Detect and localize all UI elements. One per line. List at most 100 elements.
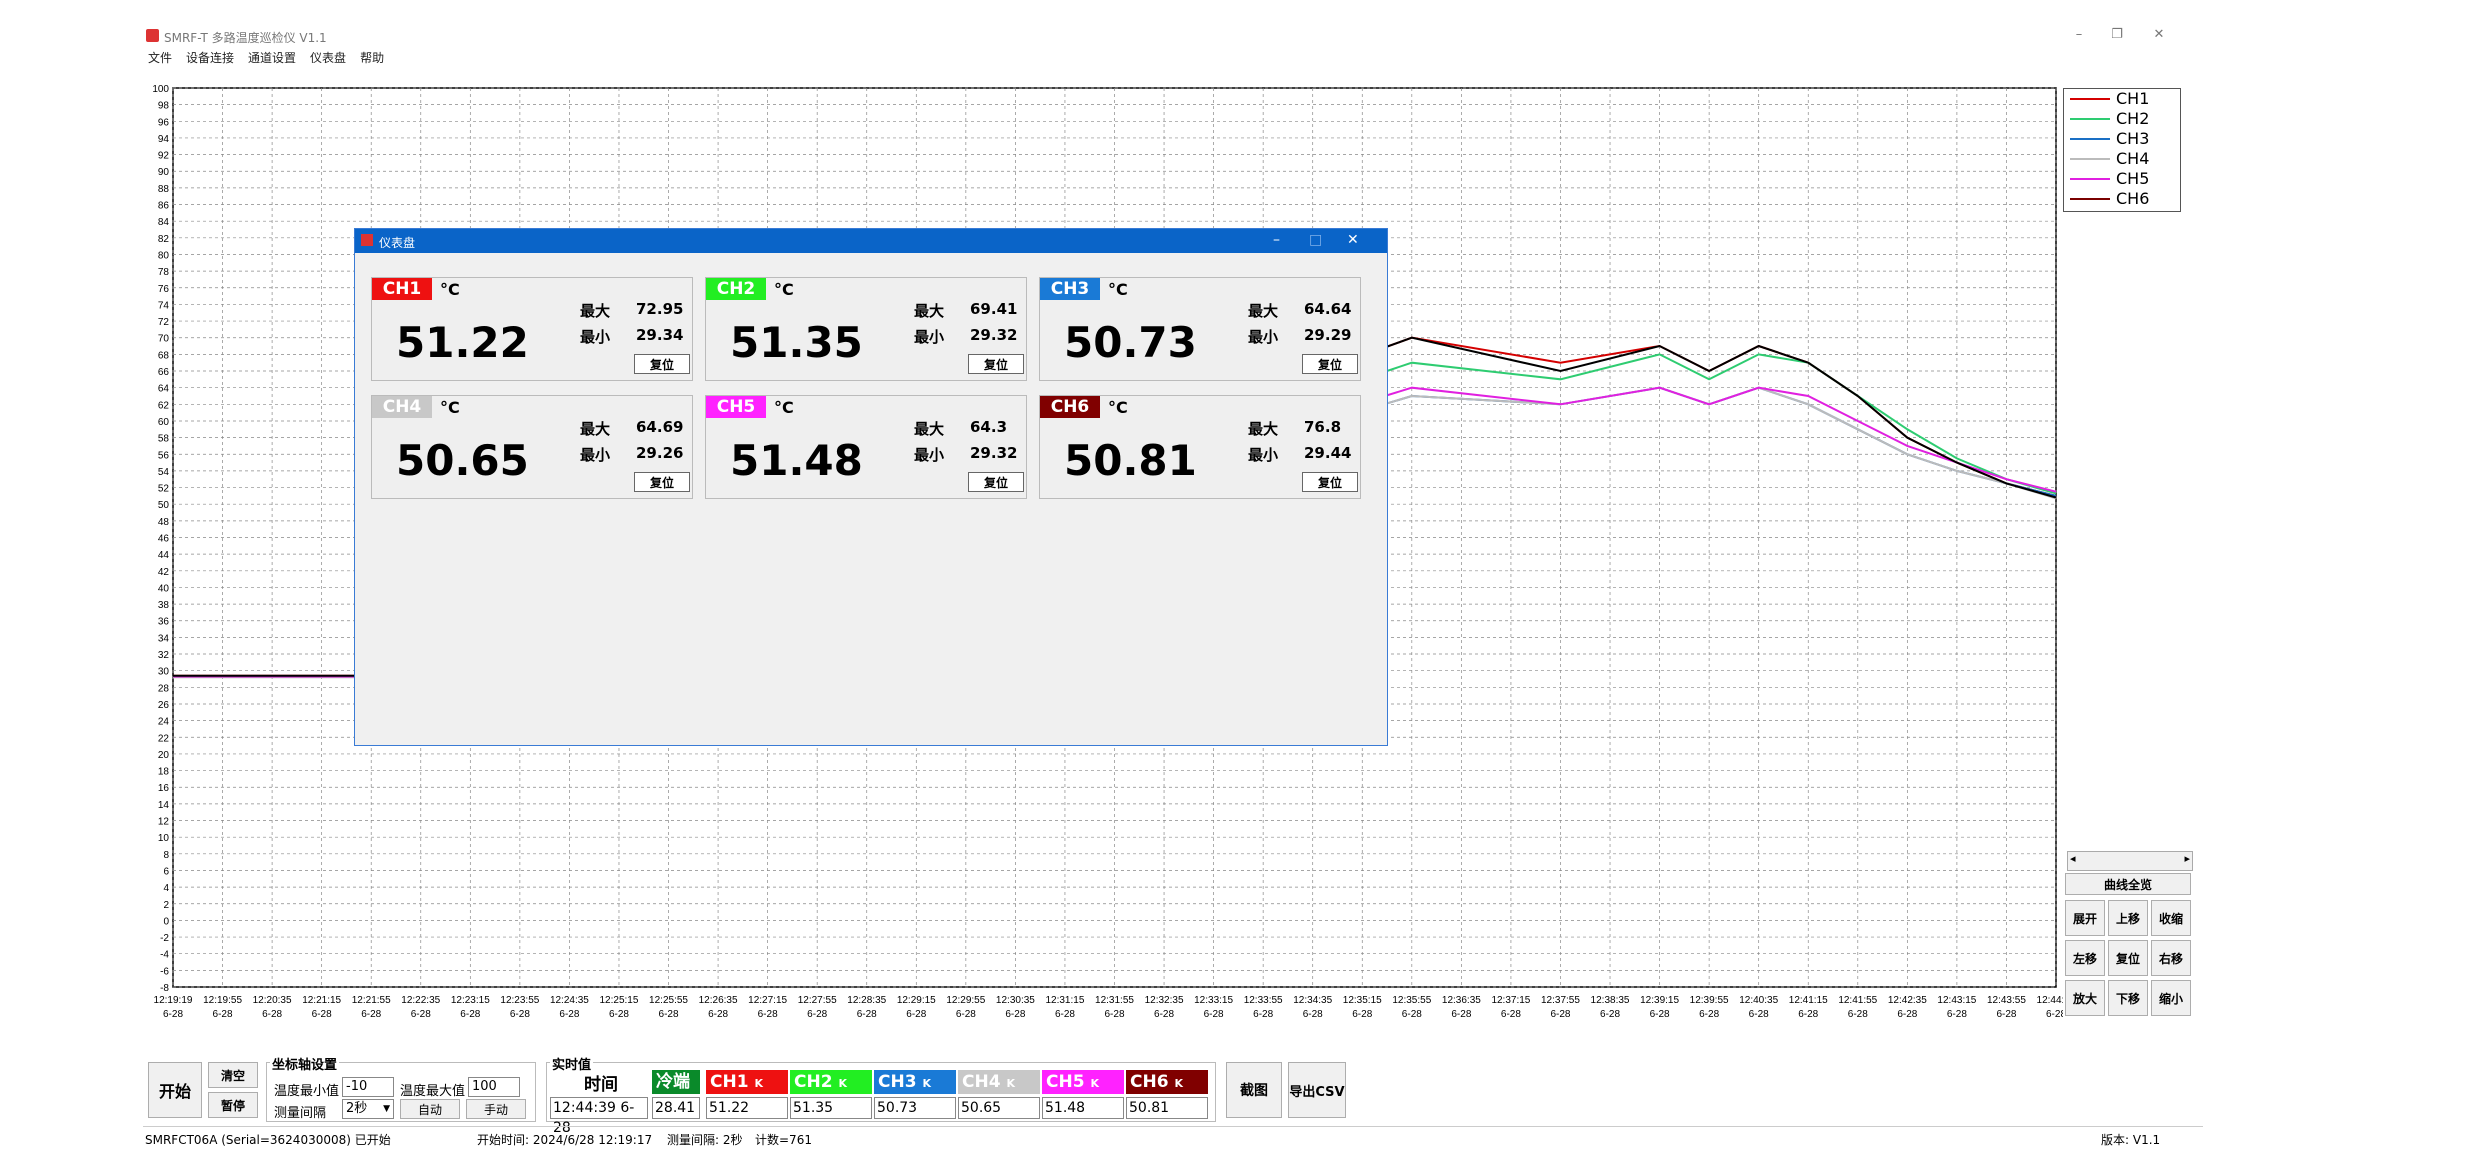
realtime-channel-label: CH2 [794, 1072, 833, 1092]
x-tick-date: 6-28 [312, 1009, 332, 1020]
x-tick-label: 12:44:35 [2037, 995, 2063, 1006]
legend-item: CH4 [2070, 149, 2180, 169]
meter-reset-button[interactable]: 复位 [968, 354, 1024, 374]
expand-button[interactable]: 展开 [2065, 900, 2105, 936]
move-down-button[interactable]: 下移 [2108, 980, 2148, 1016]
temp-max-input[interactable]: 100 [468, 1077, 520, 1097]
meter-reset-button[interactable]: 复位 [1302, 472, 1358, 492]
start-time-status: 开始时间: 2024/6/28 12:19:17 [477, 1133, 653, 1147]
realtime-channel-header: CH4 K [958, 1070, 1040, 1094]
realtime-channel-type: K [1174, 1077, 1184, 1090]
move-left-button[interactable]: 左移 [2065, 940, 2105, 976]
reset-view-button[interactable]: 复位 [2108, 940, 2148, 976]
y-tick-label: 72 [158, 317, 170, 328]
y-tick-label: 56 [158, 450, 170, 461]
version-status: 版本: V1.1 [2101, 1133, 2161, 1147]
meter-value: 51.35 [730, 318, 863, 367]
x-tick-label: 12:26:35 [699, 995, 738, 1006]
x-tick-date: 6-28 [1154, 1009, 1174, 1020]
meter-unit: °C [1108, 280, 1128, 299]
x-tick-label: 12:29:55 [946, 995, 985, 1006]
meter-reset-button[interactable]: 复位 [968, 472, 1024, 492]
menu-bar: 文件 设备连接 通道设置 仪表盘 帮助 [148, 49, 384, 67]
x-tick-label: 12:35:15 [1343, 995, 1382, 1006]
x-tick-date: 6-28 [2046, 1009, 2063, 1020]
maximize-button[interactable]: ❐ [2102, 24, 2132, 46]
menu-channel-settings[interactable]: 通道设置 [248, 49, 296, 67]
meter-reset-button[interactable]: 复位 [634, 354, 690, 374]
realtime-channel-label: CH3 [878, 1072, 917, 1092]
dialog-minimize-button[interactable]: – [1273, 232, 1280, 248]
interval-select[interactable]: 2秒 ▼ [342, 1099, 394, 1119]
menu-file[interactable]: 文件 [148, 49, 172, 67]
meter-max-value: 69.41 [970, 300, 1018, 318]
x-tick-date: 6-28 [1104, 1009, 1124, 1020]
x-tick-label: 12:25:55 [649, 995, 688, 1006]
screenshot-button[interactable]: 截图 [1226, 1062, 1282, 1118]
meter-max-label: 最大 [914, 420, 945, 438]
meter-reset-button[interactable]: 复位 [634, 472, 690, 492]
pause-button[interactable]: 暂停 [208, 1092, 258, 1118]
manual-button[interactable]: 手动 [466, 1099, 526, 1119]
meter-max-value: 64.69 [636, 418, 684, 436]
y-tick-label: 4 [163, 883, 169, 894]
y-tick-label: 14 [158, 800, 170, 811]
dashboard-dialog[interactable]: 仪表盘 – □ ✕ CH1 °C 51.22 最大 72.95 最小 29.34 复位 CH2 °… [354, 228, 1388, 746]
meter-max-value: 64.3 [970, 418, 1008, 436]
realtime-channel-label: CH5 [1046, 1072, 1085, 1092]
meter-max-value: 64.64 [1304, 300, 1352, 318]
meter-max-value: 72.95 [636, 300, 684, 318]
meter-max-label: 最大 [580, 420, 611, 438]
menu-help[interactable]: 帮助 [360, 49, 384, 67]
meter-reset-button[interactable]: 复位 [1302, 354, 1358, 374]
x-tick-date: 6-28 [1897, 1009, 1917, 1020]
temp-max-label: 温度最大值 [400, 1084, 466, 1099]
y-tick-label: 84 [158, 217, 170, 228]
x-tick-label: 12:39:55 [1690, 995, 1729, 1006]
x-tick-label: 12:34:35 [1293, 995, 1332, 1006]
move-up-button[interactable]: 上移 [2108, 900, 2148, 936]
meter-channel-tag: CH6 [1040, 396, 1100, 418]
zoom-in-button[interactable]: 放大 [2065, 980, 2105, 1016]
clear-button[interactable]: 清空 [208, 1062, 258, 1088]
zoom-out-button[interactable]: 缩小 [2151, 980, 2191, 1016]
legend-item: CH2 [2070, 109, 2180, 129]
scroll-left-icon[interactable]: ◂ [2070, 852, 2076, 865]
start-button[interactable]: 开始 [148, 1062, 202, 1118]
dialog-title-bar[interactable]: 仪表盘 – □ ✕ [355, 229, 1387, 253]
x-tick-label: 12:29:15 [897, 995, 936, 1006]
dialog-maximize-button[interactable]: □ [1309, 232, 1322, 248]
meter-min-value: 29.26 [636, 444, 684, 462]
y-tick-label: 26 [158, 700, 170, 711]
meter-min-value: 29.32 [970, 444, 1018, 462]
menu-device-connect[interactable]: 设备连接 [186, 49, 234, 67]
menu-dashboard[interactable]: 仪表盘 [310, 49, 346, 67]
x-tick-label: 12:32:35 [1145, 995, 1184, 1006]
y-tick-label: 48 [158, 517, 170, 528]
close-button[interactable]: ✕ [2144, 24, 2174, 46]
auto-button[interactable]: 自动 [400, 1099, 460, 1119]
y-tick-label: 64 [158, 384, 170, 395]
realtime-channel-header: CH1 K [706, 1070, 788, 1094]
meter-unit: °C [440, 280, 460, 299]
scroll-right-icon[interactable]: ▸ [2184, 852, 2190, 865]
collapse-button[interactable]: 收缩 [2151, 900, 2191, 936]
minimize-button[interactable]: – [2064, 24, 2094, 46]
y-tick-label: 76 [158, 284, 170, 295]
full-view-button[interactable]: 曲线全览 [2065, 873, 2191, 895]
temp-min-input[interactable]: -10 [342, 1077, 394, 1097]
x-tick-date: 6-28 [956, 1009, 976, 1020]
horizontal-scrollbar[interactable]: ◂ ▸ [2067, 851, 2193, 871]
export-csv-button[interactable]: 导出CSV [1288, 1062, 1346, 1118]
move-right-button[interactable]: 右移 [2151, 940, 2191, 976]
dialog-close-button[interactable]: ✕ [1347, 232, 1359, 248]
x-tick-date: 6-28 [659, 1009, 679, 1020]
realtime-channel-header: CH5 K [1042, 1070, 1124, 1094]
x-tick-label: 12:25:15 [600, 995, 639, 1006]
x-tick-label: 12:21:15 [302, 995, 341, 1006]
x-tick-label: 12:22:35 [401, 995, 440, 1006]
y-tick-label: 96 [158, 117, 170, 128]
y-tick-label: 28 [158, 683, 170, 694]
realtime-channel-type: K [922, 1077, 932, 1090]
y-tick-label: 60 [158, 417, 170, 428]
